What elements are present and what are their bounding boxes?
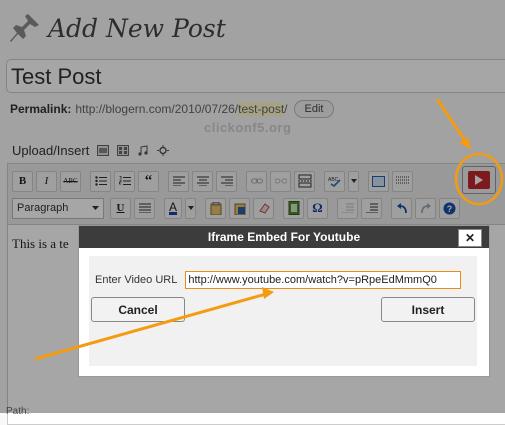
video-url-row: Enter Video URL http://www.youtube.com/w… xyxy=(95,271,462,289)
dialog-titlebar: Iframe Embed For Youtube ✕ xyxy=(79,226,489,248)
video-url-input[interactable]: http://www.youtube.com/watch?v=pRpeEdMmm… xyxy=(185,271,462,289)
dialog-title: Iframe Embed For Youtube xyxy=(207,230,361,244)
insert-button[interactable]: Insert xyxy=(381,297,475,322)
youtube-embed-dialog: Iframe Embed For Youtube ✕ Enter Video U… xyxy=(78,225,490,377)
dialog-body: Enter Video URL http://www.youtube.com/w… xyxy=(89,256,477,366)
cancel-button[interactable]: Cancel xyxy=(91,297,185,322)
video-url-label: Enter Video URL xyxy=(95,274,178,286)
dialog-close-button[interactable]: ✕ xyxy=(458,229,482,247)
